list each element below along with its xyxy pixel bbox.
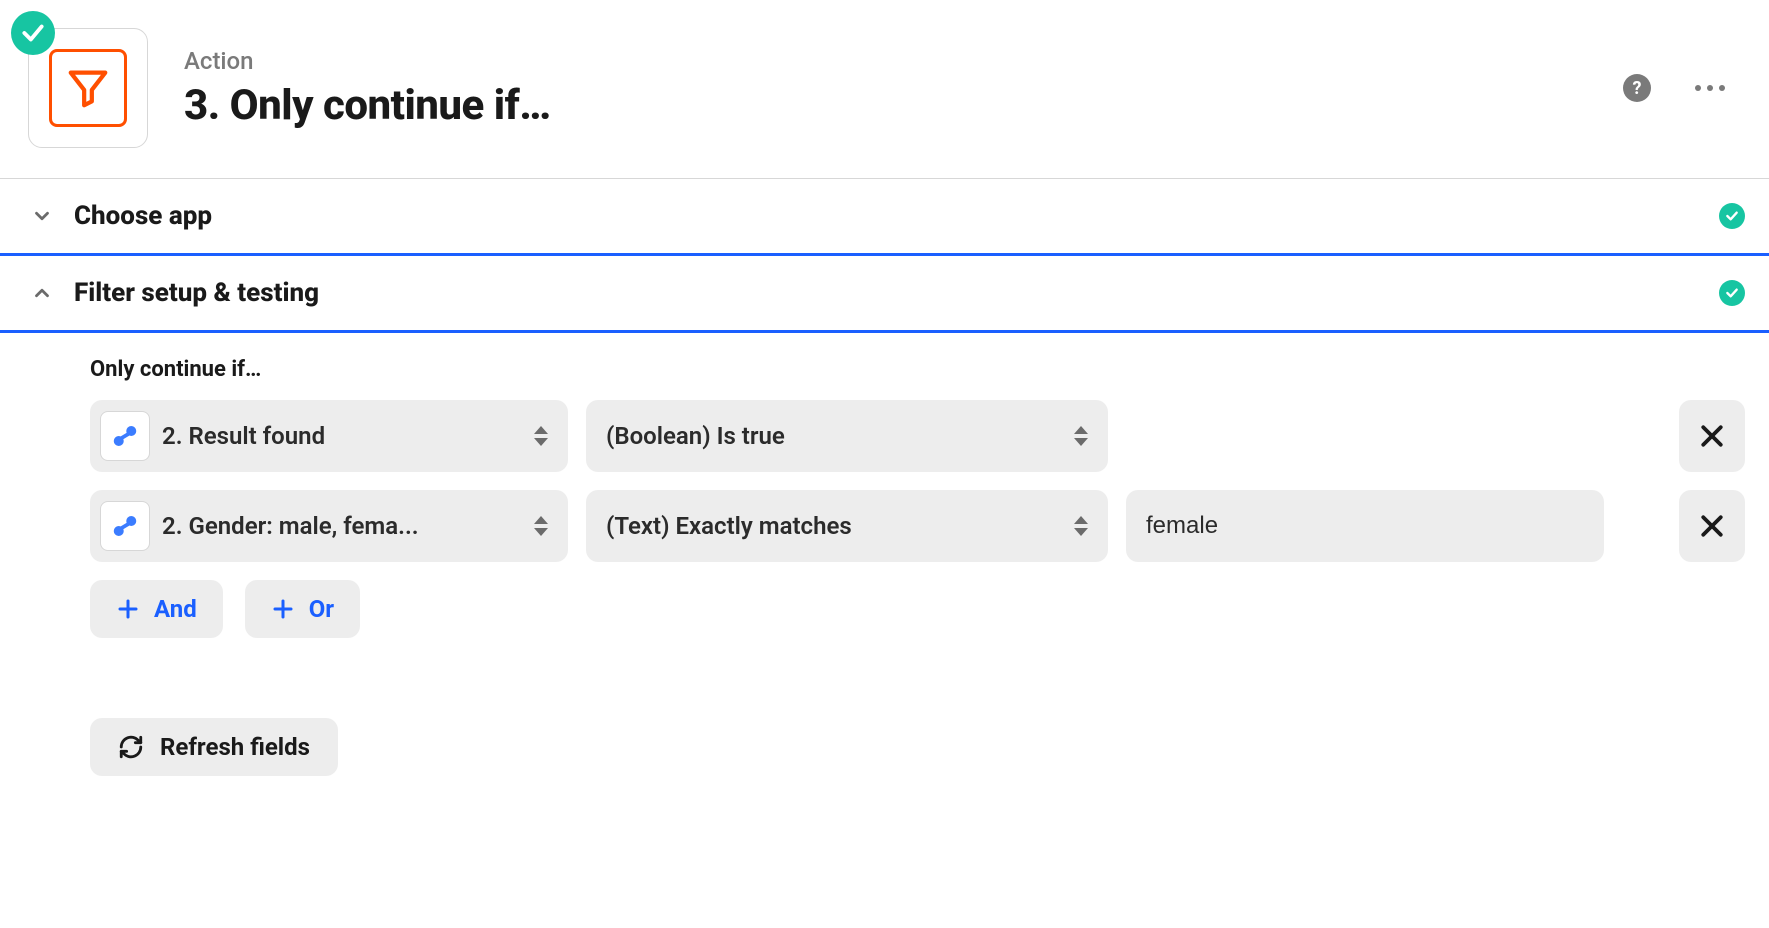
plus-icon — [116, 597, 140, 621]
filter-condition-label: (Text) Exactly matches — [606, 512, 1064, 540]
filter-condition-select[interactable]: (Text) Exactly matches — [586, 490, 1108, 562]
sort-caret-icon — [534, 425, 548, 447]
remove-row-button[interactable] — [1679, 400, 1745, 472]
filter-app-icon — [49, 49, 127, 127]
add-or-label: Or — [309, 595, 334, 623]
filter-row: 2. Result found (Boolean) Is true — [90, 400, 1745, 472]
section-filter-setup-header[interactable]: Filter setup & testing — [0, 256, 1769, 330]
chevron-down-icon — [24, 205, 60, 227]
more-menu-icon[interactable] — [1695, 85, 1725, 91]
sort-caret-icon — [534, 515, 548, 537]
sort-caret-icon — [1074, 425, 1088, 447]
remove-row-button[interactable] — [1679, 490, 1745, 562]
chevron-up-icon — [24, 282, 60, 304]
source-step-icon — [100, 411, 150, 461]
step-header: Action 3. Only continue if… ? — [0, 0, 1769, 179]
filter-condition-select[interactable]: (Boolean) Is true — [586, 400, 1108, 472]
filter-condition-label: (Boolean) Is true — [606, 422, 1064, 450]
refresh-fields-label: Refresh fields — [160, 733, 310, 761]
filter-row: 2. Gender: male, fema... (Text) Exactly … — [90, 490, 1745, 562]
source-step-icon — [100, 501, 150, 551]
section-filter-setup: Filter setup & testing — [0, 256, 1769, 330]
andor-row: And Or — [90, 580, 1745, 638]
status-complete-icon — [1719, 203, 1745, 229]
plus-icon — [271, 597, 295, 621]
add-and-label: And — [154, 595, 197, 623]
app-icon — [28, 28, 148, 148]
header-titles: Action 3. Only continue if… — [184, 47, 1623, 130]
help-icon[interactable]: ? — [1623, 74, 1651, 102]
section-choose-app: Choose app — [0, 179, 1769, 253]
filter-value-field[interactable] — [1146, 512, 1584, 540]
filter-body: Only continue if… 2. Result found (Boole… — [0, 333, 1769, 816]
add-and-button[interactable]: And — [90, 580, 223, 638]
filter-label: Only continue if… — [90, 357, 1745, 382]
section-filter-setup-title: Filter setup & testing — [74, 278, 1719, 308]
header-eyebrow: Action — [184, 47, 1623, 75]
section-choose-app-title: Choose app — [74, 201, 1719, 231]
status-complete-icon — [1719, 280, 1745, 306]
sort-caret-icon — [1074, 515, 1088, 537]
header-title: 3. Only continue if… — [184, 81, 1623, 130]
filter-value-input[interactable] — [1126, 490, 1604, 562]
success-check-icon — [11, 11, 55, 55]
funnel-icon — [65, 65, 111, 111]
refresh-icon — [118, 734, 144, 760]
filter-field-label: 2. Gender: male, fema... — [162, 512, 524, 540]
filter-field-select[interactable]: 2. Gender: male, fema... — [90, 490, 568, 562]
filter-field-label: 2. Result found — [162, 422, 524, 450]
add-or-button[interactable]: Or — [245, 580, 360, 638]
filter-field-select[interactable]: 2. Result found — [90, 400, 568, 472]
refresh-fields-button[interactable]: Refresh fields — [90, 718, 338, 776]
section-choose-app-header[interactable]: Choose app — [0, 179, 1769, 253]
